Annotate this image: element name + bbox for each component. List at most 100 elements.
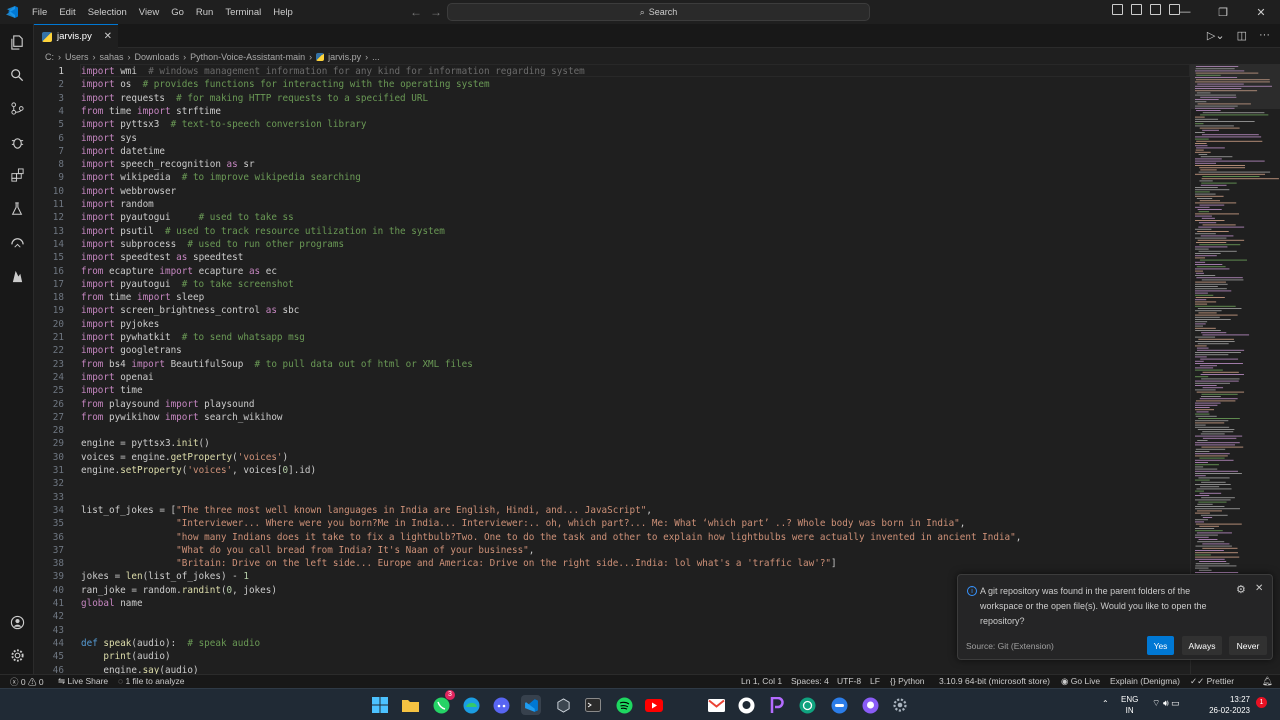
code-line[interactable]: 22 import googletrans (34, 344, 1190, 357)
toggle-sidebar-icon[interactable] (1112, 4, 1123, 15)
gmail-icon[interactable] (706, 695, 726, 715)
code-line[interactable]: 24 import openai (34, 371, 1190, 384)
menu-help[interactable]: Help (267, 7, 299, 18)
code-line[interactable]: 37 "What do you call bread from India? I… (34, 544, 1190, 557)
extensions-icon[interactable] (0, 161, 34, 189)
code-line[interactable]: 5 import pyttsx3 # text-to-speech convers… (34, 118, 1190, 131)
remote-explorer-icon[interactable] (0, 228, 34, 256)
run-python-file-icon[interactable]: ▷⌄ (1207, 29, 1225, 42)
toggle-secondary-sidebar-icon[interactable] (1150, 4, 1161, 15)
vscode-taskbar-icon[interactable] (521, 695, 541, 715)
always-button[interactable]: Always (1182, 636, 1222, 655)
code-line[interactable]: 12 import pyautogui # used to take ss (34, 211, 1190, 224)
problems-indicator[interactable]: ⓧ 0 ⚠ 0 (10, 676, 44, 688)
code-line[interactable]: 3 import requests # for making HTTP reque… (34, 92, 1190, 105)
code-line[interactable]: 28 (34, 424, 1190, 437)
notifications-bell-icon[interactable]: 🔔︎ (1262, 676, 1273, 687)
code-line[interactable]: 34 list_of_jokes = ["The three most well … (34, 504, 1190, 517)
code-line[interactable]: 18 from time import sleep (34, 291, 1190, 304)
explain-denigma[interactable]: Explain (Denigma) (1110, 676, 1180, 686)
prettier-status[interactable]: ✓✓ Prettier (1190, 676, 1234, 687)
code-line[interactable]: 31 engine.setProperty('voices', voices[0]… (34, 464, 1190, 477)
code-line[interactable]: 16 from ecapture import ecapture as ec (34, 265, 1190, 278)
more-actions-icon[interactable]: ··· (1259, 29, 1270, 42)
code-line[interactable]: 2 import os # provides functions for inte… (34, 78, 1190, 91)
youtube-icon[interactable] (644, 695, 664, 715)
cursor-position[interactable]: Ln 1, Col 1 (741, 676, 782, 686)
breadcrumb-item[interactable]: Python-Voice-Assistant-main (190, 52, 305, 62)
code-line[interactable]: 35 "Interviewer... Where were you born?M… (34, 517, 1190, 530)
analyze-indicator[interactable]: ◌ 1 file to analyze (118, 676, 185, 686)
notification-settings-gear-icon[interactable]: ⚙ (1236, 583, 1246, 596)
menu-terminal[interactable]: Terminal (219, 7, 267, 18)
show-hidden-icons-icon[interactable]: ⌃ (1102, 698, 1109, 709)
menu-run[interactable]: Run (190, 7, 219, 18)
code-line[interactable]: 33 (34, 491, 1190, 504)
cube-app-icon[interactable] (553, 695, 573, 715)
live-share-button[interactable]: ⇋ Live Share (58, 676, 108, 687)
code-line[interactable]: 23 from bs4 import BeautifulSoup # to pul… (34, 358, 1190, 371)
code-line[interactable]: 19 import screen_brightness_control as sb… (34, 304, 1190, 317)
breadcrumb-item[interactable]: Downloads (135, 52, 180, 62)
code-line[interactable]: 46 engine.say(audio) (34, 664, 1190, 675)
code-line[interactable]: 30 voices = engine.getProperty('voices') (34, 451, 1190, 464)
code-line[interactable]: 7 import datetime (34, 145, 1190, 158)
chatgpt-icon[interactable] (797, 695, 817, 715)
never-button[interactable]: Never (1229, 636, 1267, 655)
indentation[interactable]: Spaces: 4 (791, 676, 829, 686)
go-live-button[interactable]: ◉ Go Live (1061, 676, 1100, 687)
breadcrumb-item[interactable]: sahas (100, 52, 124, 62)
notification-center-icon[interactable]: 1 (1256, 697, 1267, 708)
code-line[interactable]: 20 import pyjokes (34, 318, 1190, 331)
notification-close-icon[interactable]: ✕ (1255, 583, 1263, 594)
code-line[interactable]: 14 import subprocess # used to run other … (34, 238, 1190, 251)
close-window-icon[interactable]: ✕ (1242, 0, 1280, 24)
code-line[interactable]: 21 import pywhatkit # to send whatsapp ms… (34, 331, 1190, 344)
encoding[interactable]: UTF-8 (837, 676, 861, 686)
python-interpreter[interactable]: 3.10.9 64-bit (microsoft store) (939, 676, 1050, 686)
file-explorer-icon[interactable] (400, 695, 420, 715)
back-arrow-icon[interactable]: ← (410, 5, 430, 19)
menu-selection[interactable]: Selection (82, 7, 133, 18)
code-line[interactable]: 38 "Britain: Drive on the left side... E… (34, 557, 1190, 570)
breadcrumb-item[interactable]: Users (65, 52, 89, 62)
code-line[interactable]: 4 from time import strftime (34, 105, 1190, 118)
minimize-icon[interactable]: — (1166, 0, 1204, 24)
code-line[interactable]: 6 import sys (34, 132, 1190, 145)
github-icon[interactable] (736, 695, 756, 715)
menu-edit[interactable]: Edit (53, 7, 81, 18)
breadcrumb-item[interactable]: C: (45, 52, 54, 62)
minimap-slider[interactable] (1191, 64, 1280, 109)
whatsapp-icon[interactable]: 3 (431, 690, 455, 715)
code-line[interactable]: 9 import wikipedia # to improve wikipedia… (34, 171, 1190, 184)
code-line[interactable]: 1 import wmi # windows management informa… (34, 65, 1190, 78)
discord-icon[interactable] (491, 695, 511, 715)
code-line[interactable]: 26 from playsound import playsound (34, 398, 1190, 411)
clock[interactable]: 13:27 26-02-2023 (1200, 694, 1250, 716)
source-control-icon[interactable] (0, 94, 34, 122)
code-line[interactable]: 25 import time (34, 384, 1190, 397)
code-line[interactable]: 36 "how many Indians does it take to fix… (34, 531, 1190, 544)
yes-button[interactable]: Yes (1147, 636, 1174, 655)
testing-icon[interactable] (0, 195, 34, 223)
close-tab-icon[interactable]: ✕ (104, 31, 112, 42)
accounts-icon[interactable] (0, 608, 34, 636)
run-debug-icon[interactable] (0, 128, 34, 156)
menu-view[interactable]: View (133, 7, 165, 18)
network-volume-battery-icons[interactable]: ⌔ 🔊︎ ▭ (1152, 698, 1180, 709)
code-line[interactable]: 29 engine = pyttsx3.init() (34, 437, 1190, 450)
restore-icon[interactable]: ❐ (1204, 0, 1242, 24)
tab-jarvis-py[interactable]: jarvis.py ✕ (34, 24, 118, 48)
code-line[interactable]: 13 import psutil # used to track resource… (34, 225, 1190, 238)
manage-gear-icon[interactable] (0, 641, 34, 669)
deploy-icon[interactable] (0, 262, 34, 290)
windows-start-icon[interactable] (370, 695, 390, 715)
end-of-line[interactable]: LF (870, 676, 880, 686)
language-mode[interactable]: {} Python (890, 676, 925, 686)
code-line[interactable]: 27 from pywikihow import search_wikihow (34, 411, 1190, 424)
language-indicator[interactable]: ENG IN (1121, 694, 1138, 716)
code-line[interactable]: 32 (34, 477, 1190, 490)
code-line[interactable]: 10 import webbrowser (34, 185, 1190, 198)
pinned-app-p-icon[interactable] (767, 695, 787, 715)
code-line[interactable]: 8 import speech_recognition as sr (34, 158, 1190, 171)
